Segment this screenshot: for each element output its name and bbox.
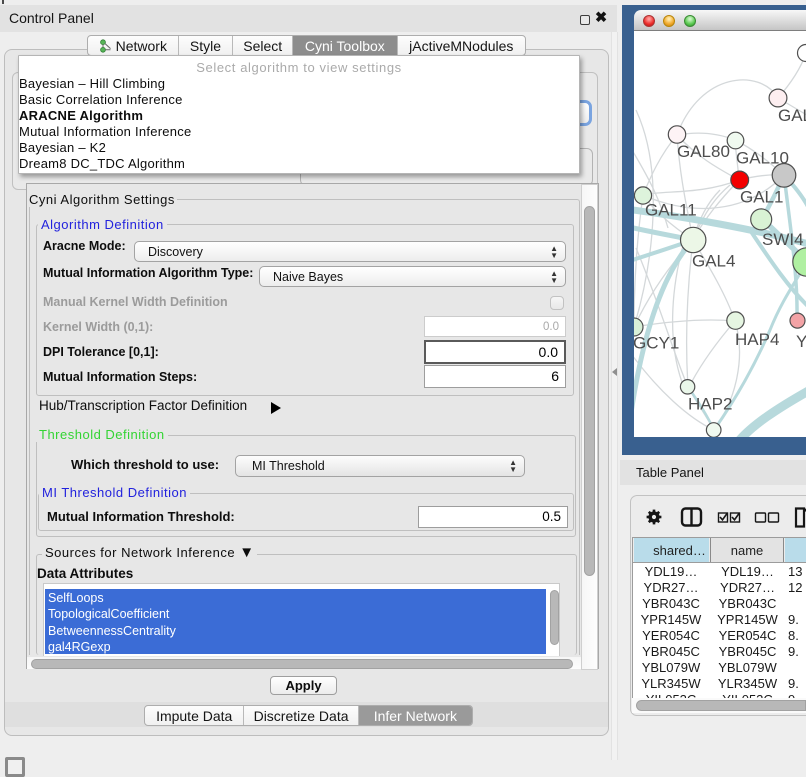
svg-text:HAP2: HAP2 [688,395,732,414]
svg-text:GAL7: GAL7 [778,106,806,125]
svg-text:GAL4: GAL4 [692,252,735,271]
svg-text:GAL80: GAL80 [677,142,730,161]
svg-text:HAP4: HAP4 [735,330,779,349]
svg-text:GCY1: GCY1 [634,334,679,353]
svg-text:GAL10: GAL10 [736,149,789,168]
svg-text:GAL11: GAL11 [645,201,697,220]
svg-text:GAL1: GAL1 [740,188,783,207]
svg-text:Y: Y [796,332,806,351]
svg-text:SWI4: SWI4 [762,230,804,249]
